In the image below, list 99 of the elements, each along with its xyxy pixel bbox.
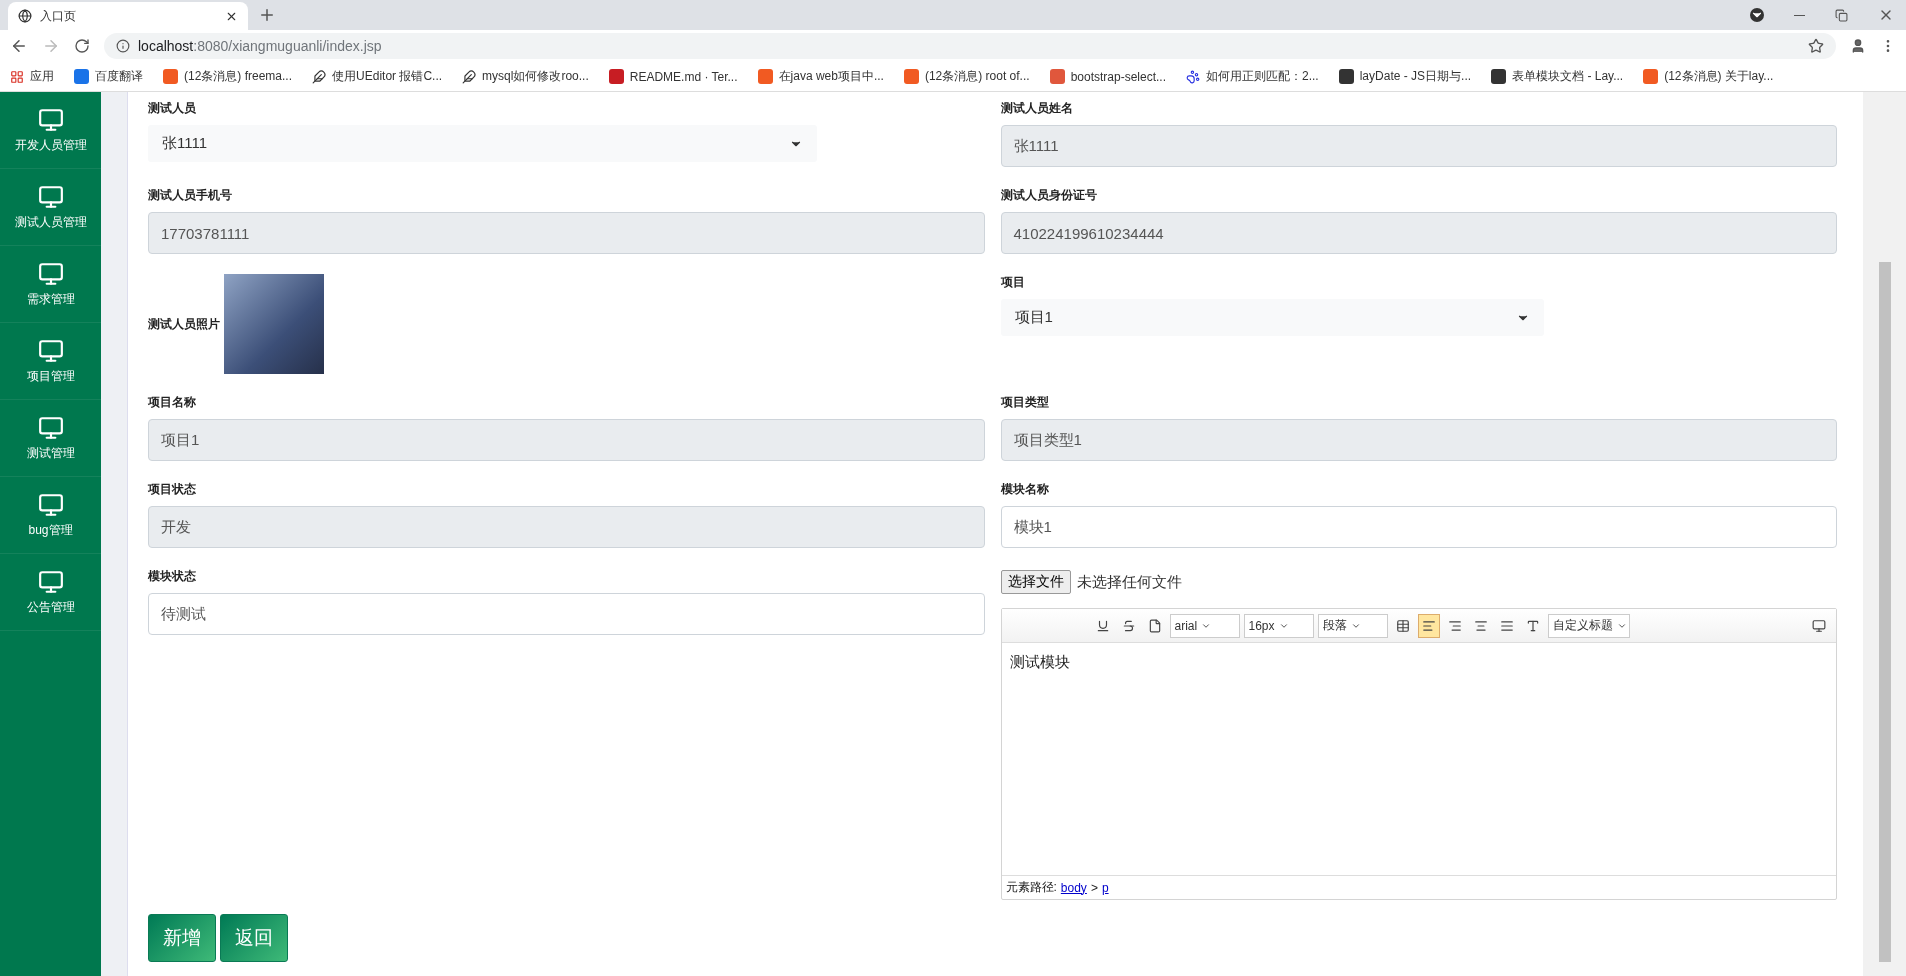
bookmark[interactable]: mysql如何修改roo... <box>462 68 589 85</box>
feather-icon <box>312 69 327 84</box>
feather-icon <box>462 69 477 84</box>
site-favicon-icon <box>903 69 919 84</box>
table-icon <box>1395 618 1410 633</box>
field-label: 测试人员姓名 <box>1000 100 1074 117</box>
bookmark[interactable]: 使用UEditor 报错C... <box>312 68 443 85</box>
form-button[interactable]: 新增 <box>148 914 216 962</box>
bookmark[interactable]: bootstrap-select... <box>1049 69 1166 84</box>
monitor-icon <box>37 183 64 210</box>
align-right-icon <box>1447 618 1462 633</box>
input-field[interactable]: 项目1 <box>148 419 985 461</box>
file-status: 未选择任何文件 <box>1076 572 1182 592</box>
monitor-icon <box>37 414 64 441</box>
new-tab-button[interactable] <box>258 6 276 24</box>
input-field[interactable]: 410224199610234444 <box>1000 212 1837 254</box>
site-favicon-icon <box>1491 69 1507 84</box>
bookmark[interactable]: (12条消息) root of... <box>903 68 1030 85</box>
plus-icon <box>258 6 276 24</box>
field-label: 项目 <box>1000 274 1026 291</box>
bookmark[interactable]: 在java web项目中... <box>757 68 884 85</box>
monitor-icon <box>37 337 64 364</box>
preview-icon <box>1812 618 1826 633</box>
field-label: 模块状态 <box>148 568 197 585</box>
forward-arrow-icon <box>42 37 60 55</box>
input-field[interactable]: 开发 <box>148 506 985 548</box>
strike-icon <box>1121 618 1136 633</box>
globe-icon <box>18 9 32 23</box>
align-left-button[interactable] <box>1417 613 1440 638</box>
align-left-icon <box>1421 618 1436 633</box>
file-icon <box>1147 618 1162 633</box>
site-favicon-icon <box>74 69 89 84</box>
bookmark[interactable]: layDate - JS日期与... <box>1338 68 1472 85</box>
tab-search-button[interactable] <box>1750 8 1764 22</box>
input-field[interactable]: 待测试 <box>148 593 985 635</box>
monitor-icon <box>37 106 64 133</box>
underline-icon <box>1095 618 1110 633</box>
rich-text-editor[interactable]: arial 16px 段落 自定义标题 测试模块 元素路径: body > p <box>1000 608 1837 900</box>
bookmark-star-icon[interactable] <box>1808 38 1824 54</box>
justify-icon <box>1499 618 1514 633</box>
restore-icon <box>1835 8 1848 22</box>
bookmark[interactable]: (12条消息) 关于lay... <box>1643 68 1774 85</box>
toolbar-dropdown[interactable]: arial <box>1169 613 1240 638</box>
minimize-icon <box>1794 14 1805 16</box>
site-favicon-icon <box>1643 69 1659 84</box>
field-label: 测试人员身份证号 <box>1000 187 1098 204</box>
align-center-icon <box>1473 618 1488 633</box>
bookmark[interactable]: README.md · Ter... <box>608 69 738 84</box>
field-label: 测试人员照片 <box>148 315 220 333</box>
editor-text: 测试模块 <box>1009 653 1070 670</box>
site-favicon-icon <box>163 69 178 84</box>
apps-grid-icon <box>10 69 24 84</box>
site-favicon-icon <box>757 69 773 84</box>
monitor-icon <box>37 260 64 287</box>
caret-icon <box>1750 8 1764 22</box>
restore-button[interactable] <box>1835 8 1848 22</box>
select-field[interactable]: 张1111 <box>148 125 818 162</box>
bookmark[interactable]: 应用 <box>10 68 54 85</box>
address-bar[interactable]: localhost:8080/xiangmuguanli/index.jsp <box>104 33 1836 59</box>
back-button[interactable] <box>10 37 28 55</box>
path-link[interactable]: p <box>1101 880 1109 895</box>
field-label: 项目名称 <box>148 394 197 411</box>
font-color-icon <box>1525 618 1540 633</box>
monitor-icon <box>37 568 64 595</box>
scrollbar-thumb[interactable] <box>1878 262 1891 962</box>
monitor-icon <box>37 491 64 518</box>
toolbar-dropdown[interactable]: 16px <box>1243 613 1314 638</box>
path-label: 元素路径: <box>1005 879 1057 896</box>
bookmark[interactable]: 如何用正则匹配：2... <box>1186 68 1319 85</box>
input-field[interactable]: 项目类型1 <box>1000 419 1837 461</box>
profile-button[interactable] <box>1850 38 1866 54</box>
bookmark[interactable]: (12条消息) freema... <box>163 68 293 85</box>
form-button[interactable]: 返回 <box>220 914 288 962</box>
minimize-button[interactable] <box>1794 14 1805 16</box>
site-favicon-icon <box>1338 69 1354 84</box>
choose-file-button[interactable]: 选择文件 <box>1000 570 1071 594</box>
field-label: 测试人员手机号 <box>148 187 233 204</box>
field-label: 模块名称 <box>1000 481 1050 498</box>
site-favicon-icon <box>608 69 624 84</box>
reload-button[interactable] <box>74 38 90 54</box>
paw-icon <box>1186 69 1200 84</box>
input-field[interactable]: 张1111 <box>1000 125 1837 167</box>
toolbar-dropdown[interactable]: 自定义标题 <box>1547 613 1630 638</box>
info-icon <box>116 39 130 53</box>
toolbar-dropdown[interactable]: 段落 <box>1317 613 1388 638</box>
bookmark[interactable]: 百度翻译 <box>74 68 143 85</box>
path-separator: > <box>1090 880 1098 895</box>
person-icon <box>1850 38 1866 54</box>
select-field[interactable]: 项目1 <box>1000 299 1545 336</box>
bookmark[interactable]: 表单模块文档 - Lay... <box>1491 68 1624 85</box>
site-favicon-icon <box>1049 69 1065 84</box>
field-label: 测试人员 <box>148 100 197 117</box>
reload-icon <box>74 38 90 54</box>
input-field[interactable]: 17703781111 <box>148 212 985 254</box>
path-link[interactable]: body <box>1060 880 1087 895</box>
field-label: 项目类型 <box>1000 394 1050 411</box>
input-field[interactable]: 模块1 <box>1000 506 1837 548</box>
browser-tab[interactable]: 入口页 <box>8 2 248 30</box>
field-label: 项目状态 <box>148 481 197 498</box>
